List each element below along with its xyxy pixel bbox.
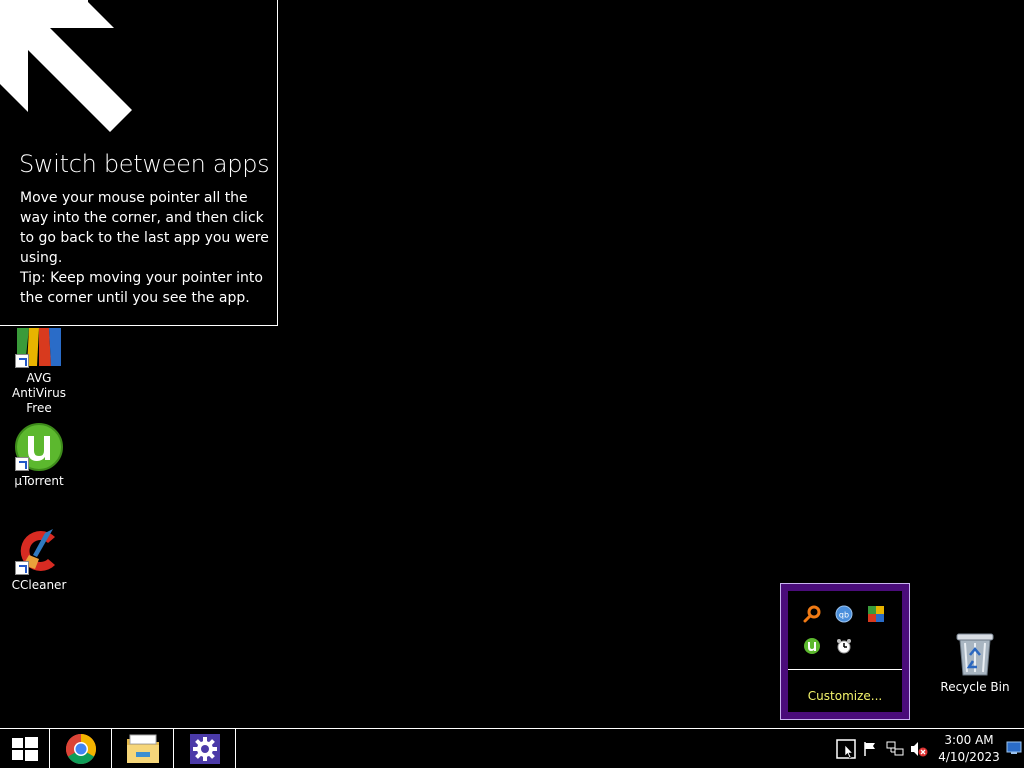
tip-body: Move your mouse pointer all the way into… [20,188,270,308]
clock-time: 3:00 AM [944,733,994,747]
corner-arrow-icon [0,0,132,132]
show-desktop-icon[interactable] [1006,741,1022,755]
tip-title: Switch between apps [19,150,270,178]
show-hidden-icons-button[interactable] [836,739,856,759]
avg-icon[interactable] [867,605,885,623]
start-button[interactable] [0,729,50,768]
volume-muted-icon[interactable] [910,739,928,759]
switch-apps-tip-panel: Switch between apps Move your mouse poin… [0,0,278,326]
taskbar-settings-button[interactable] [174,729,236,768]
action-center-flag-icon[interactable] [862,739,878,759]
customize-link[interactable]: Customize... [788,689,902,703]
recycle-bin-icon [955,631,995,677]
desktop-icon-ccleaner[interactable]: CCleaner [0,527,78,593]
desktop-icon-label: AVG AntiVirus Free [12,371,66,415]
tip-body-hint: Tip: Keep moving your pointer into the c… [20,270,263,306]
desktop-icon-label: µTorrent [14,474,64,488]
avg-icon [15,326,63,368]
network-icon[interactable] [886,739,904,759]
desktop-icon-avg[interactable]: AVG AntiVirus Free [0,326,78,416]
desktop-icon-label: Recycle Bin [940,680,1010,694]
tip-body-text: Move your mouse pointer all the way into… [20,190,269,266]
taskbar-file-explorer-button[interactable] [112,729,174,768]
desktop-icon-label: CCleaner [11,578,67,592]
utorrent-icon [15,423,63,471]
taskbar-clock[interactable]: 3:00 AM 4/10/2023 [936,732,1002,766]
folder-icon [126,734,159,763]
taskbar-chrome-button[interactable] [50,729,112,768]
taskbar: 3:00 AM 4/10/2023 [0,728,1024,768]
timer-icon[interactable] [835,637,853,655]
desktop-icon-utorrent[interactable]: µTorrent [0,423,78,489]
chrome-icon [65,733,96,764]
windows-logo-icon [11,736,38,761]
flyout-divider [788,669,902,670]
tray-overflow-panel: qb Customize... [788,591,902,712]
tray-overflow-flyout: qb Customize... [780,583,910,720]
shortcut-arrow-icon [15,354,29,368]
ccleaner-icon [15,527,63,575]
svg-text:qb: qb [839,611,849,620]
shortcut-arrow-icon [15,457,29,471]
qbittorrent-icon[interactable]: qb [835,605,853,623]
clock-date: 4/10/2023 [938,750,1000,764]
utorrent-icon[interactable] [803,637,821,655]
desktop-icon-recycle-bin[interactable]: Recycle Bin [936,631,1014,695]
search-icon[interactable] [803,605,821,623]
shortcut-arrow-icon [15,561,29,575]
gear-icon [189,733,220,764]
